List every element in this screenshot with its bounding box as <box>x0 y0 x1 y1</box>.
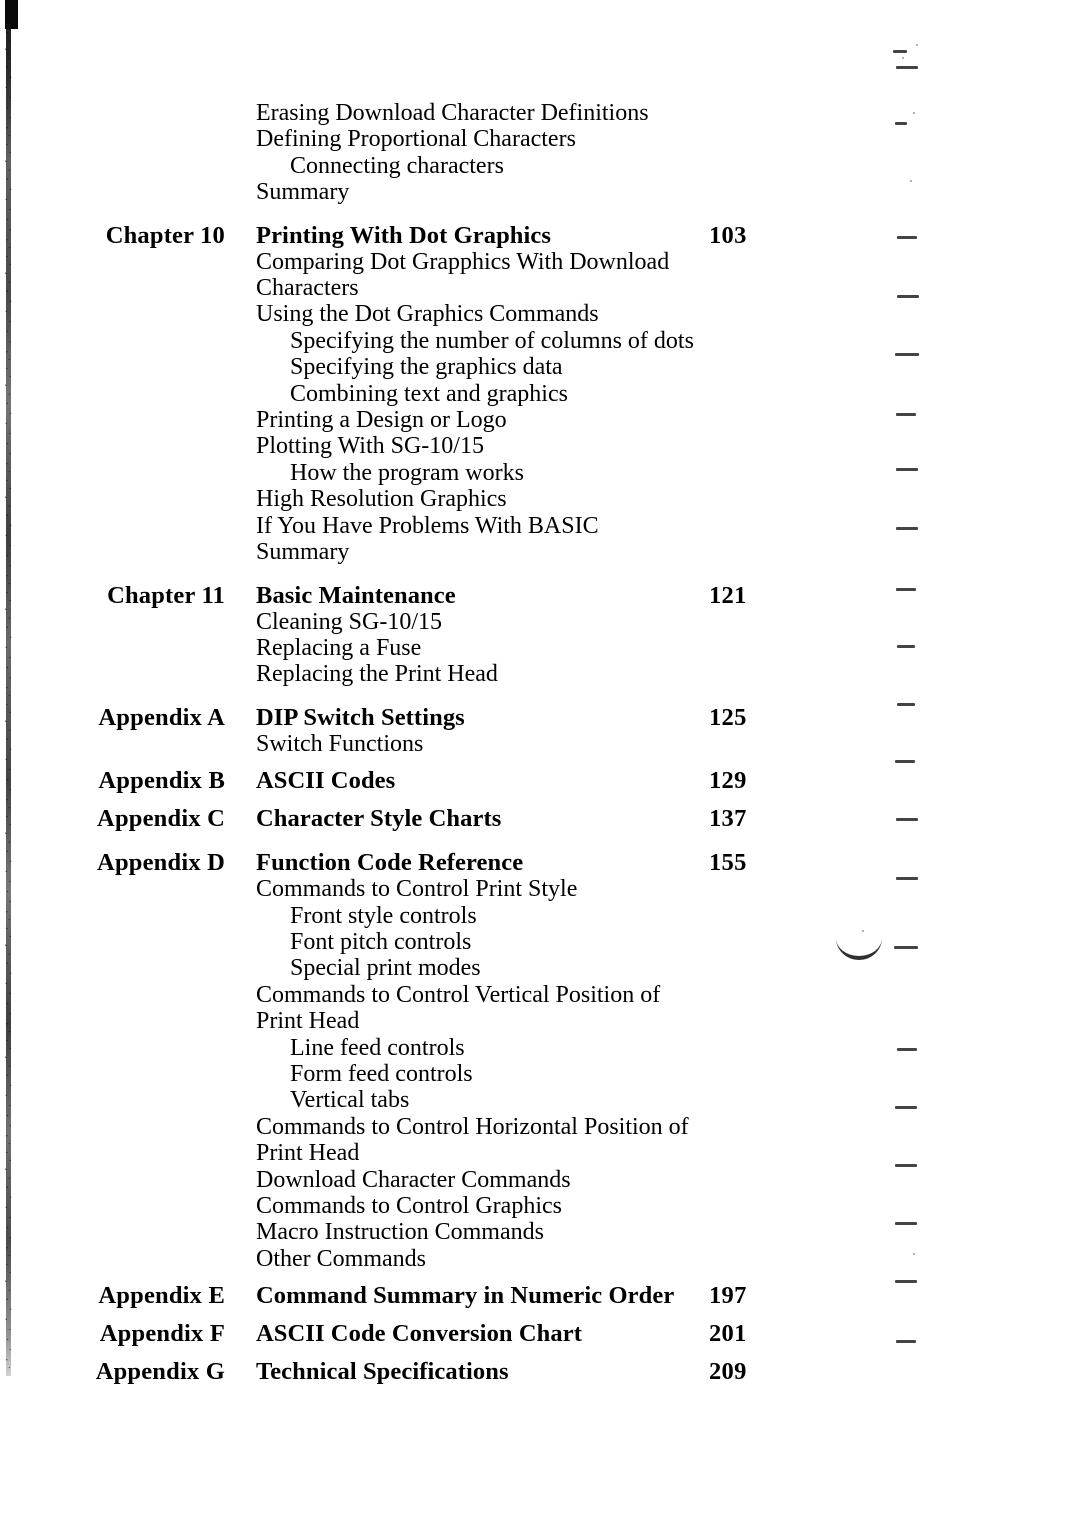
toc-subentry[interactable]: Comparing Dot Grapphics With Download <box>256 249 709 275</box>
toc-subentry[interactable]: Plotting With SG-10/15 <box>256 433 709 459</box>
toc-subentry[interactable]: Using the Dot Graphics Commands <box>256 301 709 327</box>
scanned-page: Erasing Download Character Definitions De… <box>0 0 1080 1528</box>
subentry-list: Erasing Download Character Definitions De… <box>256 100 709 206</box>
toc-page-number[interactable]: 129 <box>709 767 747 795</box>
toc-leading-subentries: Erasing Download Character Definitions De… <box>0 100 1080 206</box>
toc-title-column: DIP Switch Settings Switch Functions <box>225 704 709 757</box>
toc-subentry[interactable]: Specifying the graphics data <box>256 354 709 380</box>
toc-subentry[interactable]: Defining Proportional Characters <box>256 126 709 152</box>
toc-entry-spacer <box>0 206 1080 222</box>
toc-entry-spacer <box>0 757 1080 767</box>
toc-subentry[interactable]: Vertical tabs <box>256 1087 709 1113</box>
toc-subentry[interactable]: Commands to Control Print Style <box>256 876 709 902</box>
toc-entry-title[interactable]: Printing With Dot Graphics <box>256 222 709 249</box>
toc-subentry[interactable]: Print Head <box>256 1008 709 1034</box>
toc-entry-label: Appendix A <box>98 703 225 731</box>
table-of-contents: Erasing Download Character Definitions De… <box>0 0 1080 1386</box>
subentry-list: Cleaning SG-10/15 Replacing a Fuse Replaci… <box>256 609 709 688</box>
toc-page-number[interactable]: 103 <box>709 222 747 250</box>
toc-page-number[interactable]: 121 <box>709 582 747 610</box>
toc-title-column: Function Code Reference Commands to Contr… <box>225 849 709 1272</box>
toc-entry-title[interactable]: Function Code Reference <box>256 849 709 876</box>
toc-entry-title[interactable]: Character Style Charts <box>256 805 709 832</box>
toc-title-column: ASCII Code Conversion Chart <box>225 1320 709 1347</box>
toc-entry-spacer <box>0 566 1080 582</box>
toc-title-column: Technical Specifications <box>225 1358 709 1385</box>
toc-entry-title[interactable]: ASCII Code Conversion Chart <box>256 1320 709 1347</box>
toc-subentry[interactable]: How the program works <box>256 460 709 486</box>
toc-subentry[interactable]: Font pitch controls <box>256 929 709 955</box>
toc-entry[interactable]: Appendix A DIP Switch Settings Switch Func… <box>0 704 1080 757</box>
toc-entry-title[interactable]: Technical Specifications <box>256 1358 709 1385</box>
toc-page-number[interactable]: 209 <box>709 1358 747 1386</box>
toc-entry-label: Appendix D <box>97 849 225 877</box>
toc-entry[interactable]: Appendix B ASCII Codes 129 <box>0 767 1080 795</box>
toc-subentry[interactable]: Commands to Control Graphics <box>256 1193 709 1219</box>
toc-entry[interactable]: Appendix F ASCII Code Conversion Chart 201 <box>0 1320 1080 1348</box>
toc-page-number[interactable]: 137 <box>709 805 747 833</box>
toc-entry-label: Chapter 11 <box>107 581 225 609</box>
toc-subentry[interactable]: Special print modes <box>256 955 709 981</box>
toc-subentry[interactable]: Combining text and graphics <box>256 381 709 407</box>
toc-page-number[interactable]: 201 <box>709 1320 747 1348</box>
toc-entry-title[interactable]: DIP Switch Settings <box>256 704 709 731</box>
subentry-list: Commands to Control Print Style Front sty… <box>256 876 709 1272</box>
toc-subentry[interactable]: Connecting characters <box>256 153 709 179</box>
toc-subentry[interactable]: Specifying the number of columns of dots <box>256 328 709 354</box>
toc-entry-label: Appendix B <box>98 767 225 795</box>
toc-entry[interactable]: Appendix G Technical Specifications 209 <box>0 1358 1080 1386</box>
toc-entry-spacer <box>0 1348 1080 1358</box>
toc-subentry[interactable]: Form feed controls <box>256 1061 709 1087</box>
toc-entry[interactable]: Chapter 10 Printing With Dot Graphics Comp… <box>0 222 1080 566</box>
toc-entry-title[interactable]: Command Summary in Numeric Order <box>256 1282 709 1309</box>
toc-entry-spacer <box>0 833 1080 849</box>
toc-entry-spacer <box>0 1310 1080 1320</box>
toc-subentry[interactable]: Commands to Control Vertical Position of <box>256 982 709 1008</box>
toc-title-column: Erasing Download Character Definitions De… <box>225 100 709 206</box>
toc-page-number[interactable]: 197 <box>709 1282 747 1310</box>
toc-entry-title[interactable]: Basic Maintenance <box>256 582 709 609</box>
toc-entry-label: Chapter 10 <box>105 221 225 249</box>
toc-subentry[interactable]: Front style controls <box>256 903 709 929</box>
toc-title-column: Printing With Dot Graphics Comparing Dot … <box>225 222 709 566</box>
toc-subentry[interactable]: Replacing a Fuse <box>256 635 709 661</box>
toc-subentry[interactable]: Summary <box>256 539 709 565</box>
toc-subentry[interactable]: Line feed controls <box>256 1035 709 1061</box>
toc-subentry[interactable]: Summary <box>256 179 709 205</box>
toc-title-column: Character Style Charts <box>225 805 709 832</box>
toc-subentry[interactable]: Switch Functions <box>256 731 709 757</box>
toc-page-number[interactable]: 125 <box>709 704 747 732</box>
toc-entry[interactable]: Appendix C Character Style Charts 137 <box>0 805 1080 833</box>
toc-subentry[interactable]: If You Have Problems With BASIC <box>256 513 709 539</box>
toc-subentry[interactable]: Erasing Download Character Definitions <box>256 100 709 126</box>
toc-entry[interactable]: Chapter 11 Basic Maintenance Cleaning SG-1… <box>0 582 1080 688</box>
toc-entry-label: Appendix C <box>97 805 225 833</box>
toc-entry-spacer <box>0 1272 1080 1282</box>
toc-entry-label: Appendix E <box>98 1282 225 1310</box>
toc-entry-spacer <box>0 795 1080 805</box>
toc-subentry[interactable]: Commands to Control Horizontal Position … <box>256 1114 709 1140</box>
toc-title-column: Basic Maintenance Cleaning SG-10/15 Replac… <box>225 582 709 688</box>
subentry-list: Switch Functions <box>256 731 709 757</box>
toc-subentry[interactable]: Download Character Commands <box>256 1167 709 1193</box>
toc-subentry[interactable]: Printing a Design or Logo <box>256 407 709 433</box>
toc-subentry[interactable]: Macro Instruction Commands <box>256 1219 709 1245</box>
subentry-list: Comparing Dot Grapphics With Download Cha… <box>256 249 709 566</box>
toc-subentry[interactable]: Other Commands <box>256 1246 709 1272</box>
toc-subentry[interactable]: Cleaning SG-10/15 <box>256 609 709 635</box>
toc-entry-title[interactable]: ASCII Codes <box>256 767 709 794</box>
toc-subentry[interactable]: Replacing the Print Head <box>256 661 709 687</box>
toc-subentry[interactable]: High Resolution Graphics <box>256 486 709 512</box>
toc-title-column: Command Summary in Numeric Order <box>225 1282 709 1309</box>
toc-entry-list: Chapter 10 Printing With Dot Graphics Comp… <box>0 206 1080 1387</box>
toc-subentry[interactable]: Print Head <box>256 1140 709 1166</box>
toc-entry-spacer <box>0 688 1080 704</box>
toc-entry-label: Appendix F <box>99 1320 225 1348</box>
toc-subentry[interactable]: Characters <box>256 275 709 301</box>
toc-entry[interactable]: Appendix D Function Code Reference Command… <box>0 849 1080 1272</box>
toc-entry-label: Appendix G <box>95 1358 225 1386</box>
toc-page-number[interactable]: 155 <box>709 849 747 877</box>
toc-title-column: ASCII Codes <box>225 767 709 794</box>
toc-entry[interactable]: Appendix E Command Summary in Numeric Ord… <box>0 1282 1080 1310</box>
